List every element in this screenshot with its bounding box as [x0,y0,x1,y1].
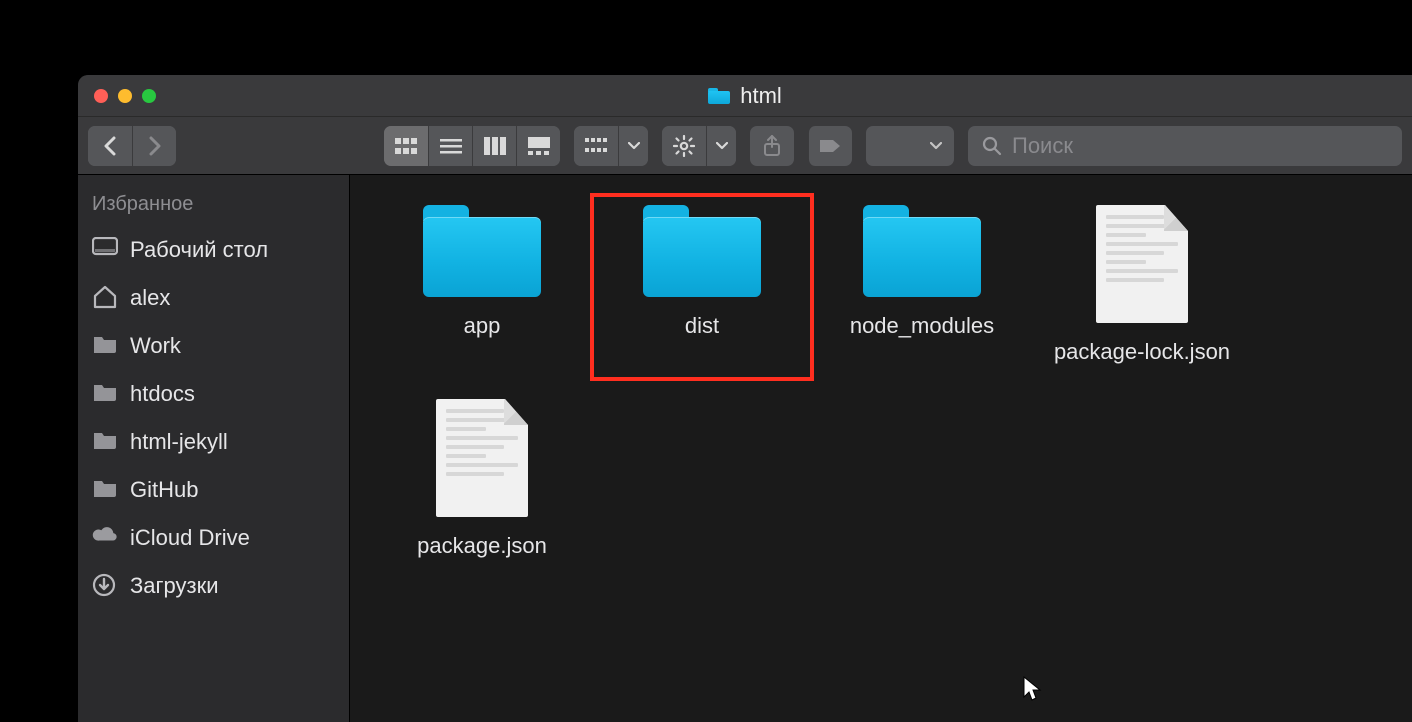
group-by-dropdown[interactable] [618,126,648,166]
sidebar-item-htdocs[interactable]: htdocs [78,370,349,418]
finder-window: html [78,75,1412,722]
folder-icon [92,333,118,359]
list-view-icon [440,138,462,154]
content-area[interactable]: app dist node_modules package-lock.json pack… [350,175,1412,722]
sidebar-item-загрузки[interactable]: Загрузки [78,562,349,610]
sidebar-item-рабочий-стол[interactable]: Рабочий стол [78,226,349,274]
folder-icon [708,88,730,104]
sidebar-item-label: html-jekyll [130,429,228,455]
cloud-icon [92,525,118,551]
sidebar-item-label: Загрузки [130,573,219,599]
column-view-button[interactable] [472,126,516,166]
zoom-window-button[interactable] [142,89,156,103]
column-view-icon [484,137,506,155]
gear-icon [673,135,695,157]
folder-icon [92,477,118,503]
toolbar [78,117,1412,175]
file-item-label: app [464,313,501,339]
file-icon [436,399,528,517]
file-item-label: package.json [417,533,547,559]
window-title-text: html [740,83,782,109]
sidebar-item-label: GitHub [130,477,198,503]
sidebar: Избранное Рабочий стол alex Work htdocs html… [78,175,350,722]
close-window-button[interactable] [94,89,108,103]
folder-icon [863,205,981,297]
sidebar-item-label: alex [130,285,170,311]
chevron-down-icon [628,142,640,150]
file-item-label: dist [685,313,719,339]
chevron-down-icon [716,142,728,150]
file-item-label: node_modules [850,313,994,339]
sidebar-item-label: Work [130,333,181,359]
minimize-window-button[interactable] [118,89,132,103]
action-dropdown[interactable] [706,126,736,166]
forward-button[interactable] [132,126,176,166]
search-input[interactable] [1012,133,1388,159]
group-by-button[interactable] [574,126,618,166]
gallery-view-icon [528,137,550,155]
file-item-package-json[interactable]: package.json [372,389,592,573]
folder-icon [423,205,541,297]
icon-view-icon [395,138,417,154]
desktop-icon [92,237,118,263]
chevron-left-icon [103,136,117,156]
sidebar-item-work[interactable]: Work [78,322,349,370]
titlebar: html [78,75,1412,117]
file-item-node-modules[interactable]: node_modules [812,195,1032,379]
action-button-group [662,126,736,166]
group-by-button-group [574,126,648,166]
sidebar-section-header: Избранное [78,189,349,226]
sidebar-item-github[interactable]: GitHub [78,466,349,514]
file-item-label: package-lock.json [1054,339,1230,365]
cursor-icon [1022,675,1042,703]
sidebar-item-alex[interactable]: alex [78,274,349,322]
view-mode-buttons [384,126,560,166]
search-icon [982,136,1002,156]
gallery-view-button[interactable] [516,126,560,166]
sidebar-item-label: iCloud Drive [130,525,250,551]
chevron-right-icon [148,136,162,156]
action-button[interactable] [662,126,706,166]
window-controls [78,89,156,103]
sidebar-item-label: Рабочий стол [130,237,268,263]
window-body: Избранное Рабочий стол alex Work htdocs html… [78,175,1412,722]
download-icon [92,573,118,599]
path-dropdown[interactable] [866,126,954,166]
sidebar-item-icloud-drive[interactable]: iCloud Drive [78,514,349,562]
folder-icon [643,205,761,297]
share-icon [763,135,781,157]
window-title: html [78,83,1412,109]
chevron-down-icon [930,142,942,150]
nav-buttons [88,126,176,166]
group-by-icon [585,138,607,154]
folder-icon [92,381,118,407]
search-field[interactable] [968,126,1402,166]
sidebar-item-label: htdocs [130,381,195,407]
back-button[interactable] [88,126,132,166]
sidebar-item-html-jekyll[interactable]: html-jekyll [78,418,349,466]
home-icon [92,285,118,311]
tag-icon [818,138,844,154]
file-item-package-lock-json[interactable]: package-lock.json [1032,195,1252,379]
tags-button[interactable] [808,126,852,166]
folder-icon [92,429,118,455]
file-icon [1096,205,1188,323]
file-item-app[interactable]: app [372,195,592,379]
list-view-button[interactable] [428,126,472,166]
icon-view-button[interactable] [384,126,428,166]
file-item-dist[interactable]: dist [592,195,812,379]
share-button[interactable] [750,126,794,166]
